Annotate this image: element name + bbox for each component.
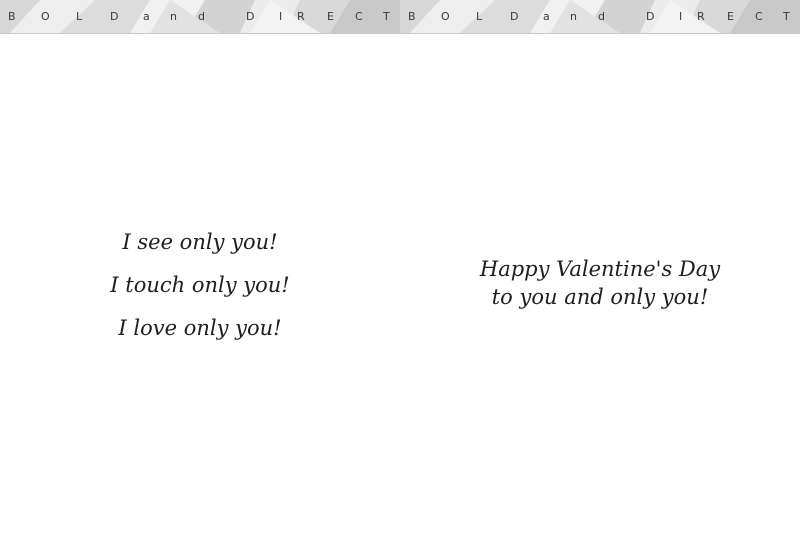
love-verse: I see only you! I touch only you! I love… xyxy=(0,228,400,357)
banner-letter: T xyxy=(383,10,390,23)
banner-letter: B xyxy=(8,10,16,23)
greeting-line: Happy Valentine's Day xyxy=(479,257,721,281)
banner-letter: B xyxy=(408,10,416,23)
banner-letter: d xyxy=(598,10,605,23)
verse-line: I love only you! xyxy=(118,316,282,340)
banner-letter: D xyxy=(246,10,255,23)
banner-letter: D xyxy=(510,10,519,23)
banner-letter: R xyxy=(297,10,305,23)
banner-letter: n xyxy=(170,10,177,23)
banner-letter: D xyxy=(646,10,655,23)
card-spread: B O L D a n d D I R E C T I see only you… xyxy=(0,0,800,560)
banner-letter: a xyxy=(143,10,150,23)
banner-text: B O L D a n d D I R E C T xyxy=(0,0,400,33)
banner-letter: T xyxy=(783,10,790,23)
card-inside-left-panel: B O L D a n d D I R E C T I see only you… xyxy=(0,0,400,560)
banner-letter: d xyxy=(198,10,205,23)
banner-letter: C xyxy=(755,10,763,23)
verse-line: I touch only you! xyxy=(110,273,290,297)
card-inside-right-panel: B O L D a n d D I R E C T Happy Valentin… xyxy=(400,0,800,560)
greeting-line: to you and only you! xyxy=(491,285,709,309)
banner-letter: D xyxy=(110,10,119,23)
valentine-greeting: Happy Valentine's Day to you and only yo… xyxy=(400,255,800,311)
banner-letter: R xyxy=(697,10,705,23)
verse-line: I see only you! xyxy=(122,230,278,254)
banner-letter: n xyxy=(570,10,577,23)
banner-letter: E xyxy=(327,10,334,23)
bold-and-direct-banner: B O L D a n d D I R E C T xyxy=(0,0,400,34)
banner-letter: L xyxy=(476,10,483,23)
banner-letter: O xyxy=(41,10,50,23)
banner-letter: a xyxy=(543,10,550,23)
banner-letter: I xyxy=(679,10,683,23)
banner-letter: I xyxy=(279,10,283,23)
banner-letter: O xyxy=(441,10,450,23)
banner-letter: E xyxy=(727,10,734,23)
bold-and-direct-banner: B O L D a n d D I R E C T xyxy=(400,0,800,34)
banner-letter: L xyxy=(76,10,83,23)
banner-letter: C xyxy=(355,10,363,23)
banner-text: B O L D a n d D I R E C T xyxy=(400,0,800,33)
